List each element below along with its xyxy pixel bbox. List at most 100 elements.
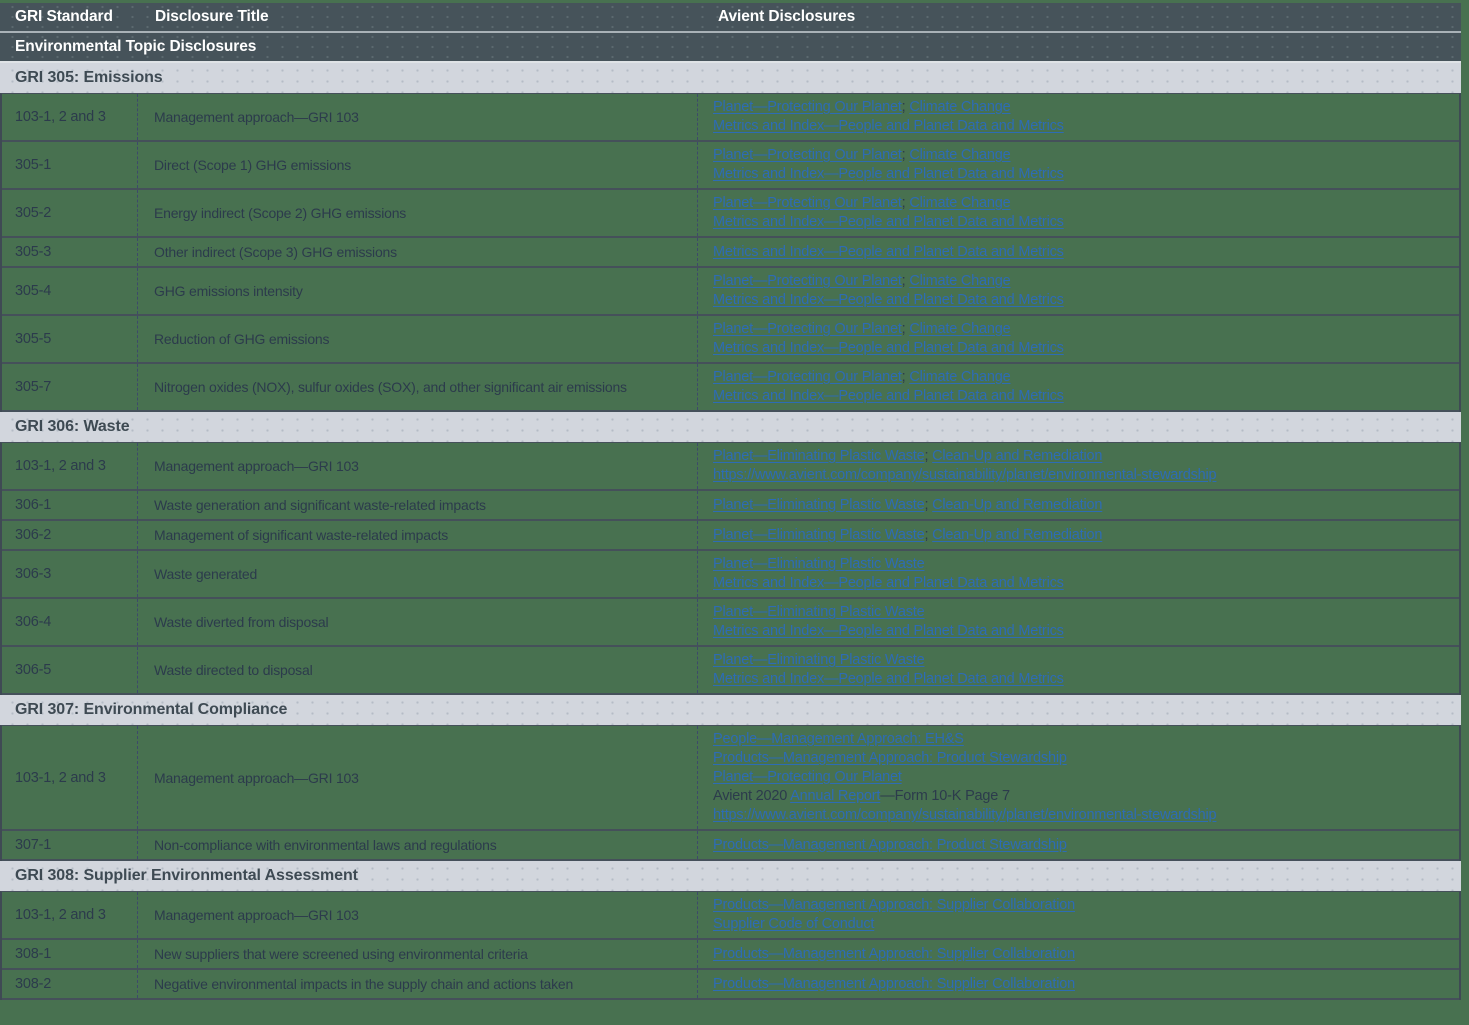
disclosure-link[interactable]: Metrics and Index—People and Planet Data… [713,623,1064,639]
avient-disclosures-cell: Planet—Eliminating Plastic Waste Metrics … [697,551,1459,597]
disclosure-line: Products—Management Approach: Product St… [713,836,1067,855]
disclosure-line: https://www.avient.com/company/sustainab… [713,806,1216,825]
table-row: 305-2Energy indirect (Scope 2) GHG emiss… [2,190,1459,238]
disclosure-link[interactable]: Planet—Protecting Our Planet [713,147,902,163]
avient-disclosures-cell: Planet—Protecting Our Planet; Climate Ch… [697,268,1459,314]
group-rows: 103-1, 2 and 3Management approach—GRI 10… [0,442,1461,695]
disclosure-link[interactable]: Annual Report [790,788,880,804]
disclosure-link[interactable]: Products—Management Approach: Supplier C… [713,976,1075,992]
avient-disclosures-cell: Planet—Eliminating Plastic Waste; Clean-… [697,491,1459,519]
disclosure-link[interactable]: Metrics and Index—People and Planet Data… [713,118,1064,134]
avient-disclosures-cell: Planet—Eliminating Plastic Waste Metrics … [697,599,1459,645]
disclosure-link[interactable]: Supplier Code of Conduct [713,916,874,932]
disclosure-title-cell: Direct (Scope 1) GHG emissions [137,142,697,188]
disclosure-link[interactable]: https://www.avient.com/company/sustainab… [713,467,1216,483]
gri-standard-cell: 308-1 [2,940,137,968]
table-row: 305-3Other indirect (Scope 3) GHG emissi… [2,238,1459,268]
disclosure-link[interactable]: Planet—Protecting Our Planet [713,195,902,211]
disclosure-link[interactable]: Clean-Up and Remediation [932,527,1102,543]
group-header-label: GRI 305: Emissions [0,69,163,87]
disclosure-title-cell: Waste generation and significant waste-r… [137,491,697,519]
disclosure-link[interactable]: Planet—Eliminating Plastic Waste [713,497,924,513]
disclosure-link[interactable]: Clean-Up and Remediation [932,448,1102,464]
disclosure-link[interactable]: Products—Management Approach: Product St… [713,750,1067,766]
disclosure-link[interactable]: Products—Management Approach: Supplier C… [713,946,1075,962]
disclosure-link[interactable]: Products—Management Approach: Supplier C… [713,897,1075,913]
disclosure-link[interactable]: Clean-Up and Remediation [932,497,1102,513]
group-header: GRI 308: Supplier Environmental Assessme… [0,861,1461,891]
disclosure-lines: Planet—Eliminating Plastic Waste Metrics … [713,651,1064,689]
table-row: 305-7Nitrogen oxides (NOX), sulfur oxide… [2,364,1459,412]
disclosure-link[interactable]: Planet—Eliminating Plastic Waste [713,652,924,668]
disclosure-link[interactable]: Planet—Protecting Our Planet [713,273,902,289]
disclosure-link[interactable]: Metrics and Index—People and Planet Data… [713,671,1064,687]
disclosure-lines: Products—Management Approach: Supplier C… [713,945,1075,964]
avient-disclosures-cell: Planet—Eliminating Plastic Waste; Clean-… [697,443,1459,489]
disclosure-link[interactable]: Metrics and Index—People and Planet Data… [713,388,1064,404]
disclosure-line: Planet—Eliminating Plastic Waste [713,651,1064,670]
gri-standard-cell: 305-5 [2,316,137,362]
disclosure-link[interactable]: Climate Change [909,99,1010,115]
disclosure-link[interactable]: Products—Management Approach: Product St… [713,837,1067,853]
table-row: 305-5Reduction of GHG emissionsPlanet—Pr… [2,316,1459,364]
disclosure-link[interactable]: Planet—Protecting Our Planet [713,369,902,385]
disclosure-link[interactable]: Planet—Protecting Our Planet [713,321,902,337]
disclosure-link[interactable]: Climate Change [909,321,1010,337]
gri-standard-cell: 305-2 [2,190,137,236]
disclosure-line: Planet—Protecting Our Planet; Climate Ch… [713,320,1064,339]
disclosure-line: Products—Management Approach: Supplier C… [713,975,1075,994]
disclosure-line: Metrics and Index—People and Planet Data… [713,213,1064,232]
table-row: 307-1Non-compliance with environmental l… [2,831,1459,861]
disclosure-link[interactable]: Metrics and Index—People and Planet Data… [713,166,1064,182]
gri-standard-cell: 305-1 [2,142,137,188]
disclosure-line: Planet—Eliminating Plastic Waste [713,555,1064,574]
disclosure-link[interactable]: Climate Change [909,273,1010,289]
disclosure-link[interactable]: Metrics and Index—People and Planet Data… [713,575,1064,591]
disclosure-line: Metrics and Index—People and Planet Data… [713,165,1064,184]
disclosure-link[interactable]: Planet—Eliminating Plastic Waste [713,527,924,543]
gri-standard-cell: 305-4 [2,268,137,314]
gri-standard-cell: 306-2 [2,521,137,549]
disclosure-line: Metrics and Index—People and Planet Data… [713,670,1064,689]
disclosure-title-cell: Management approach—GRI 103 [137,726,697,829]
disclosure-line: Metrics and Index—People and Planet Data… [713,387,1064,406]
table-row: 305-4GHG emissions intensityPlanet—Prote… [2,268,1459,316]
disclosure-link[interactable]: Climate Change [909,195,1010,211]
group-rows: 103-1, 2 and 3Management approach—GRI 10… [0,725,1461,861]
group-header: GRI 306: Waste [0,412,1461,442]
disclosure-link[interactable]: Planet—Eliminating Plastic Waste [713,448,924,464]
disclosure-link[interactable]: Metrics and Index—People and Planet Data… [713,244,1064,260]
gri-standard-cell: 305-3 [2,238,137,266]
disclosure-plain-text: Avient 2020 [713,788,790,804]
disclosure-link[interactable]: Metrics and Index—People and Planet Data… [713,292,1064,308]
table-row: 306-4Waste diverted from disposalPlanet—… [2,599,1459,647]
disclosure-line: Planet—Eliminating Plastic Waste; Clean-… [713,496,1102,515]
disclosure-link[interactable]: Planet—Protecting Our Planet [713,99,902,115]
disclosure-plain-text: ; [924,448,932,464]
disclosure-lines: Products—Management Approach: Product St… [713,836,1067,855]
disclosure-line: https://www.avient.com/company/sustainab… [713,466,1216,485]
disclosure-lines: Planet—Protecting Our Planet; Climate Ch… [713,272,1064,310]
disclosure-line: Planet—Eliminating Plastic Waste [713,603,1064,622]
disclosure-title-cell: Waste generated [137,551,697,597]
gri-standard-cell: 103-1, 2 and 3 [2,443,137,489]
disclosure-link[interactable]: Metrics and Index—People and Planet Data… [713,340,1064,356]
disclosure-link[interactable]: Climate Change [909,369,1010,385]
disclosure-lines: Products—Management Approach: Supplier C… [713,896,1075,934]
disclosure-line: Products—Management Approach: Supplier C… [713,896,1075,915]
disclosure-link[interactable]: Metrics and Index—People and Planet Data… [713,214,1064,230]
disclosure-line: Planet—Eliminating Plastic Waste; Clean-… [713,447,1216,466]
disclosure-plain-text: ; [924,497,932,513]
disclosure-line: Planet—Eliminating Plastic Waste; Clean-… [713,526,1102,545]
disclosure-link[interactable]: People—Management Approach: EH&S [713,731,964,747]
disclosure-line: Metrics and Index—People and Planet Data… [713,243,1064,262]
disclosure-line: Planet—Protecting Our Planet; Climate Ch… [713,98,1064,117]
disclosure-line: Avient 2020 Annual Report—Form 10-K Page… [713,787,1216,806]
disclosure-link[interactable]: https://www.avient.com/company/sustainab… [713,807,1216,823]
disclosure-line: Supplier Code of Conduct [713,915,1075,934]
disclosure-link[interactable]: Climate Change [909,147,1010,163]
disclosure-title-cell: New suppliers that were screened using e… [137,940,697,968]
disclosure-link[interactable]: Planet—Eliminating Plastic Waste [713,604,924,620]
disclosure-link[interactable]: Planet—Protecting Our Planet [713,769,902,785]
disclosure-link[interactable]: Planet—Eliminating Plastic Waste [713,556,924,572]
